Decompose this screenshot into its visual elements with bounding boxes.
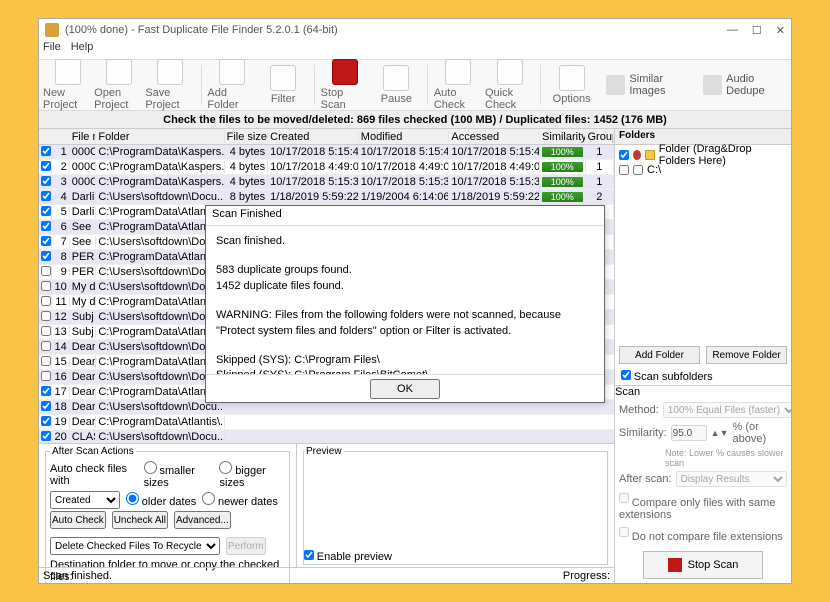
table-row[interactable]: 19DearC:\ProgramData\Atlantis\... xyxy=(39,415,614,430)
toolbar: New Project Open Project Save Project Ad… xyxy=(39,59,791,111)
menu-bar: File Help xyxy=(39,41,791,59)
scan-finished-dialog: Scan Finished Scan finished. 583 duplica… xyxy=(205,205,605,403)
pause-button[interactable]: Pause xyxy=(372,65,421,105)
filter-button[interactable]: Filter xyxy=(259,65,308,105)
row-checkbox[interactable] xyxy=(41,341,51,351)
row-checkbox[interactable] xyxy=(41,206,51,216)
created-select[interactable]: Created xyxy=(50,491,120,509)
stop-scan-button[interactable]: Stop Scan xyxy=(643,551,763,579)
autocheck-icon xyxy=(445,59,471,85)
grid-header: File name Folder File size Created Modif… xyxy=(39,129,614,145)
autocheck-action-button[interactable]: Auto Check xyxy=(50,511,106,529)
maximize-button[interactable]: ☐ xyxy=(752,24,762,37)
row-checkbox[interactable] xyxy=(41,161,51,171)
row-checkbox[interactable] xyxy=(41,311,51,321)
audio-icon xyxy=(703,75,722,95)
similar-images-button[interactable]: Similar Images xyxy=(606,73,693,97)
similarity-input[interactable] xyxy=(671,425,707,441)
delete-action-select[interactable]: Delete Checked Files To Recycle Bin xyxy=(50,537,220,555)
dialog-body: Scan finished. 583 duplicate groups foun… xyxy=(206,226,604,374)
pause-icon xyxy=(383,65,409,91)
quickcheck-icon xyxy=(497,59,523,85)
table-row[interactable]: 1000CC:\ProgramData\Kaspers...4 bytes10/… xyxy=(39,145,614,160)
row-checkbox[interactable] xyxy=(41,221,51,231)
newer-dates-radio[interactable]: newer dates xyxy=(202,492,278,508)
scan-subfolders-checkbox[interactable]: Scan subfolders xyxy=(621,372,713,383)
uncheck-all-button[interactable]: Uncheck All xyxy=(112,511,168,529)
stop-scan-toolbar-button[interactable]: Stop Scan xyxy=(321,59,370,111)
after-scan-legend: After Scan Actions xyxy=(50,446,136,457)
options-button[interactable]: Options xyxy=(547,65,596,105)
perform-button[interactable]: Perform xyxy=(226,537,266,555)
app-icon xyxy=(45,23,59,37)
row-checkbox[interactable] xyxy=(41,401,51,411)
row-checkbox[interactable] xyxy=(41,356,51,366)
advanced-button[interactable]: Advanced... xyxy=(174,511,231,529)
row-checkbox[interactable] xyxy=(41,191,51,201)
enable-preview-checkbox[interactable]: Enable preview xyxy=(304,552,392,563)
stop-icon xyxy=(332,59,358,85)
older-dates-radio[interactable]: older dates xyxy=(126,492,196,508)
table-row[interactable]: 20CLASC:\Users\softdown\Docu... xyxy=(39,430,614,443)
add-folder-panel-button[interactable]: Add Folder xyxy=(619,346,700,364)
row-checkbox[interactable] xyxy=(41,386,51,396)
close-button[interactable]: ✕ xyxy=(776,24,785,37)
folder-list-header: Folder (Drag&Drop Folders Here) xyxy=(619,147,787,162)
title-bar: (100% done) - Fast Duplicate File Finder… xyxy=(39,19,791,41)
open-icon xyxy=(106,59,132,85)
menu-help[interactable]: Help xyxy=(71,41,94,59)
summary-bar: Check the files to be moved/deleted: 869… xyxy=(39,111,791,129)
quick-check-button[interactable]: Quick Check xyxy=(485,59,534,111)
row-checkbox[interactable] xyxy=(41,431,51,441)
filter-icon xyxy=(270,65,296,91)
ok-button[interactable]: OK xyxy=(370,379,440,399)
smaller-sizes-radio[interactable]: smaller sizes xyxy=(144,461,214,489)
progress-label: Progress: xyxy=(563,570,610,582)
exclude-icon xyxy=(633,150,641,160)
auto-check-button[interactable]: Auto Check xyxy=(434,59,483,111)
row-checkbox[interactable] xyxy=(41,371,51,381)
status-bar: Scan finished. Progress: xyxy=(39,567,614,583)
save-project-button[interactable]: Save Project xyxy=(145,59,194,111)
after-scan-select[interactable]: Display Results xyxy=(676,471,787,487)
same-ext-checkbox[interactable]: Compare only files with same extensions xyxy=(619,490,787,521)
gear-icon xyxy=(559,65,585,91)
open-project-button[interactable]: Open Project xyxy=(94,59,143,111)
preview-legend: Preview xyxy=(304,446,344,457)
bigger-sizes-radio[interactable]: bigger sizes xyxy=(219,461,285,489)
row-checkbox[interactable] xyxy=(41,146,51,156)
folder-plus-icon xyxy=(219,59,245,85)
table-row[interactable]: 3000CC:\ProgramData\Kaspers...4 bytes10/… xyxy=(39,175,614,190)
folder-icon xyxy=(645,150,655,160)
save-icon xyxy=(157,59,183,85)
row-checkbox[interactable] xyxy=(41,281,51,291)
row-checkbox[interactable] xyxy=(41,416,51,426)
new-project-button[interactable]: New Project xyxy=(43,59,92,111)
row-checkbox[interactable] xyxy=(41,296,51,306)
new-icon xyxy=(55,59,81,85)
audio-dedupe-button[interactable]: Audio Dedupe xyxy=(703,73,787,97)
window-title: (100% done) - Fast Duplicate File Finder… xyxy=(65,24,338,36)
dialog-title: Scan Finished xyxy=(206,206,604,226)
row-checkbox[interactable] xyxy=(41,176,51,186)
images-icon xyxy=(606,75,625,95)
add-folder-button[interactable]: Add Folder xyxy=(207,59,256,111)
table-row[interactable]: 2000CC:\ProgramData\Kaspers...4 bytes10/… xyxy=(39,160,614,175)
row-checkbox[interactable] xyxy=(41,266,51,276)
status-message: Scan finished. xyxy=(43,570,112,582)
remove-folder-button[interactable]: Remove Folder xyxy=(706,346,787,364)
no-ext-checkbox[interactable]: Do not compare file extensions xyxy=(619,524,783,543)
table-row[interactable]: 4DarliC:\Users\softdown\Docu...8 bytes1/… xyxy=(39,190,614,205)
row-checkbox[interactable] xyxy=(41,251,51,261)
minimize-button[interactable]: — xyxy=(727,24,738,37)
stop-square-icon xyxy=(668,558,682,572)
row-checkbox[interactable] xyxy=(41,326,51,336)
method-select[interactable]: 100% Equal Files (faster) xyxy=(663,402,791,418)
row-checkbox[interactable] xyxy=(41,236,51,246)
menu-file[interactable]: File xyxy=(43,41,61,59)
scan-header: Scan xyxy=(615,386,791,398)
